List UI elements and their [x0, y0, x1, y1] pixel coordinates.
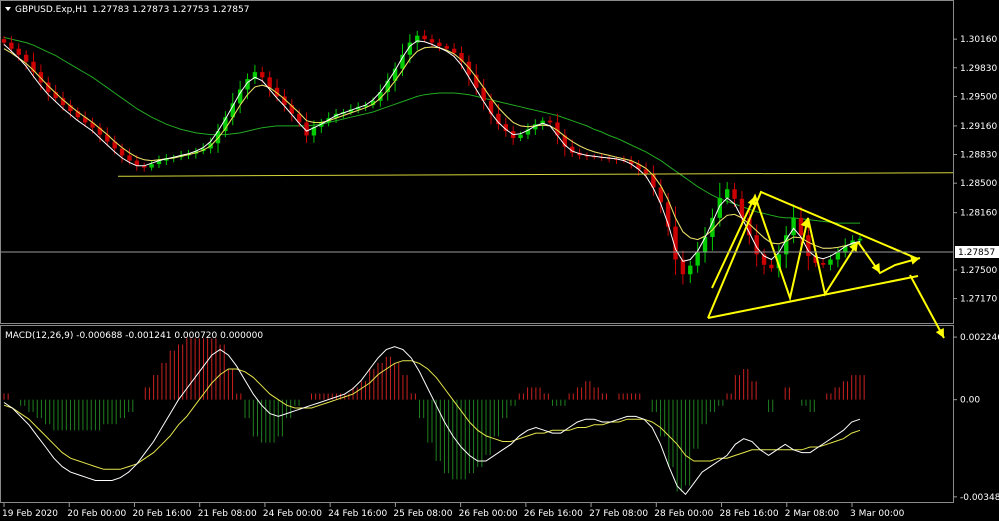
candle-body: [820, 263, 826, 265]
candle-body: [688, 265, 693, 275]
ma-mid-layer: [3, 46, 861, 249]
candle-body: [429, 39, 435, 43]
ma-violet-line: [3, 46, 861, 249]
candle-body: [119, 148, 125, 156]
candle-body: [702, 236, 708, 253]
time-tick-label: 28 Feb 00:00: [654, 509, 713, 519]
price-tick-label: 1.30160: [960, 35, 997, 45]
time-tick-label: 19 Feb 2020: [2, 509, 58, 519]
candle-body: [260, 72, 265, 78]
ma-violet-layer: [3, 46, 861, 249]
ma-slow-layer: [3, 36, 860, 224]
time-tick-label: 20 Feb 16:00: [132, 509, 191, 519]
candle-body: [451, 48, 457, 54]
candle-body: [798, 217, 804, 236]
support-line-layer: [117, 172, 954, 177]
current-price-label: 1.27857: [958, 248, 995, 258]
triangle-down-icon[interactable]: [5, 7, 11, 11]
time-tick-label: 25 Feb 08:00: [393, 509, 452, 519]
time-tick-label: 24 Feb 00:00: [263, 509, 322, 519]
candle-body: [437, 42, 442, 47]
candle-body: [1, 39, 7, 43]
candle-body: [444, 46, 449, 49]
breakdown-arrow-path: [909, 274, 945, 339]
ma-mid-line: [3, 46, 861, 249]
price-tick-label: 1.27500: [960, 266, 997, 276]
ohlc-label: 1.27783 1.27873 1.27753 1.27857: [92, 5, 249, 15]
candle-body: [732, 189, 737, 199]
candle-body: [806, 235, 811, 257]
support-line: [117, 172, 954, 177]
price-tick-label: 1.29830: [960, 64, 997, 74]
candle-body: [724, 189, 730, 198]
macd-pane-frame: [0, 325, 954, 503]
time-tick-label: 24 Feb 16:00: [328, 509, 387, 519]
price-tick-label: 1.28160: [960, 209, 997, 219]
triangle-lower-boundary: [707, 275, 919, 319]
price-axis: 1.30160 1.29830 1.29500 1.29160 1.28830 1.285…: [953, 35, 997, 305]
ma-slow-line: [3, 36, 860, 224]
macd-tick-label: 0.002246: [960, 333, 999, 343]
macd-header-label: MACD(12,26,9) -0.000688 -0.001241 0.0007…: [5, 331, 263, 341]
macd-tick-label: 0.00: [960, 396, 980, 406]
time-tick-label: 21 Feb 08:00: [198, 509, 257, 519]
main-pane-frame: [0, 0, 954, 324]
candle-body: [835, 252, 841, 260]
candle-body: [518, 134, 523, 139]
time-tick-label: 2 Mar 08:00: [785, 509, 840, 519]
candle-body: [38, 72, 44, 83]
candle-body: [23, 54, 29, 62]
candle-body: [267, 77, 272, 88]
time-tick-label: 26 Feb 16:00: [524, 509, 583, 519]
price-tick-label: 1.28830: [960, 151, 997, 161]
arrowhead-icon: [910, 255, 920, 265]
time-tick-label: 26 Feb 00:00: [459, 509, 518, 519]
candle-body: [16, 48, 21, 55]
candle-body: [791, 217, 796, 236]
candles-layer: [1, 30, 863, 285]
time-tick-label: 3 Mar 00:00: [850, 509, 905, 519]
price-tick-label: 1.27170: [960, 295, 997, 305]
candle-body: [547, 120, 553, 123]
time-tick-label: 27 Feb 08:00: [589, 509, 648, 519]
candle-body: [769, 264, 774, 269]
candle-body: [488, 100, 494, 114]
candle-body: [857, 238, 863, 241]
ma-fast-line: [3, 40, 861, 262]
candle-body: [422, 35, 427, 40]
symbol-label: GBPUSD.Exp,H1: [15, 5, 88, 15]
candle-body: [717, 197, 722, 218]
ma-fast-layer: [3, 40, 861, 262]
candle-body: [127, 155, 132, 161]
macd-histogram-layer: [3, 338, 865, 492]
price-tick-label: 1.29500: [960, 92, 997, 102]
candle-body: [149, 164, 154, 168]
candle-body: [9, 42, 14, 49]
candle-body: [828, 259, 833, 265]
time-tick-label: 28 Feb 16:00: [720, 509, 779, 519]
time-tick-label: 20 Feb 00:00: [67, 509, 126, 519]
price-tick-label: 1.29160: [960, 122, 997, 132]
chart-canvas: 1.27857 GBPUSD.Exp,H1 1.27783 1.27873 1.…: [0, 0, 999, 519]
price-tick-label: 1.28500: [960, 179, 997, 189]
macd-axis: 0.002246 0.00 -0.003487: [953, 333, 999, 503]
time-axis: 19 Feb 2020 20 Feb 00:00 20 Feb 16:00 21 Fe…: [2, 503, 905, 519]
candle-body: [695, 252, 700, 266]
macd-tick-label: -0.003487: [960, 493, 999, 503]
